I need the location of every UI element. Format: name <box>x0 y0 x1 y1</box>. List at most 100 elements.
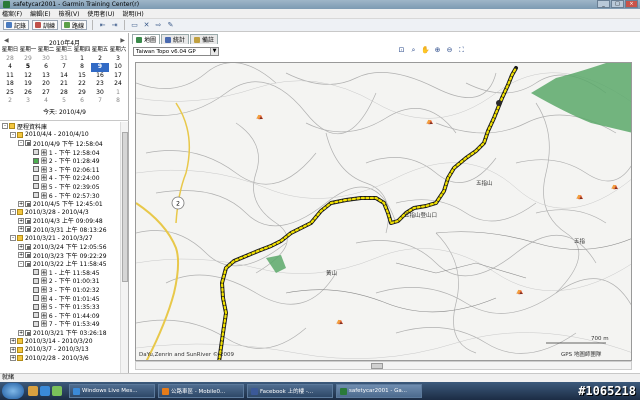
tree-lap-item[interactable]: 圈 1 - 下午 12:58:04 <box>0 148 121 157</box>
taskbar-button[interactable]: safetycar2001 - Ga... <box>336 384 422 398</box>
calendar-day[interactable]: 15 <box>73 72 91 81</box>
calendar-day[interactable]: 1 <box>73 55 91 64</box>
menu-help[interactable]: 說明(H) <box>123 9 144 18</box>
calendar-day[interactable]: 25 <box>1 89 19 98</box>
taskbar-button[interactable]: 公路車區 - Mobile0... <box>158 384 244 398</box>
tree-folder-item[interactable]: - 2010/3/28 - 2010/4/3 <box>0 208 121 217</box>
tree-activity-item[interactable]: +2010/4/3 上午 09:09:48 <box>0 217 121 225</box>
tree-lap-item[interactable]: 圈 6 - 下午 02:57:30 <box>0 191 121 200</box>
zoom-in-icon[interactable]: ⊕ <box>433 46 442 55</box>
collapse-icon[interactable]: - <box>2 123 8 130</box>
calendar-day[interactable]: 5 <box>19 63 37 72</box>
collapse-icon[interactable]: - <box>10 209 16 216</box>
tree-folder-item[interactable]: - 2010/4/4 - 2010/4/10 <box>0 131 121 140</box>
workouts-button[interactable]: 訓練 <box>32 20 59 30</box>
tree-activity-item[interactable]: -2010/4/9 下午 12:58:04 <box>0 139 121 148</box>
menu-file[interactable]: 檔案(F) <box>2 9 22 18</box>
move-icon[interactable]: ✋ <box>421 46 430 55</box>
calendar-day[interactable]: 13 <box>37 72 55 81</box>
calendar-day[interactable]: 2 <box>91 55 109 64</box>
calendar-day[interactable]: 29 <box>73 89 91 98</box>
calendar-day[interactable]: 22 <box>73 80 91 89</box>
expand-icon[interactable]: + <box>18 226 24 233</box>
tree-lap-item[interactable]: 圈 2 - 下午 01:28:49 <box>0 156 121 165</box>
calendar-day[interactable]: 12 <box>19 72 37 81</box>
calendar-day[interactable]: 6 <box>37 63 55 72</box>
tree-activity-item[interactable]: +2010/4/5 下午 12:45:01 <box>0 199 121 208</box>
tab-notes[interactable]: 備註 <box>190 34 219 44</box>
import-icon[interactable]: ⇨ <box>154 21 163 30</box>
calendar-day[interactable]: 28 <box>55 89 73 98</box>
taskbar-button[interactable]: Windows Live Mes... <box>69 384 155 398</box>
calendar-today[interactable]: 今天: 2010/4/9 <box>0 107 129 116</box>
tree-activity-item[interactable]: +2010/3/24 下午 12:05:56 <box>0 242 121 251</box>
tree-folder-item[interactable]: - 2010/3/21 - 2010/3/27 <box>0 234 121 243</box>
tree-folder-item[interactable]: +2010/3/14 - 2010/3/20 <box>0 337 121 346</box>
calendar-day[interactable]: 3 <box>19 97 37 106</box>
calendar-day[interactable]: 3 <box>109 55 127 64</box>
tree-activity-item[interactable]: +2010/3/21 下午 03:26:18 <box>0 328 121 337</box>
calendar-day[interactable]: 8 <box>109 97 127 106</box>
tree-folder-item[interactable]: - 歷程資料庫 <box>0 122 121 131</box>
calendar-day[interactable]: 20 <box>37 80 55 89</box>
new-folder-icon[interactable]: ▭ <box>130 21 139 30</box>
menu-edit[interactable]: 編輯(E) <box>30 9 50 18</box>
tree-lap-item[interactable]: 圈 6 - 下午 01:44:09 <box>0 311 121 320</box>
expand-icon[interactable]: + <box>18 200 24 207</box>
calendar-day[interactable]: 21 <box>55 80 73 89</box>
collapse-icon[interactable]: - <box>10 235 16 242</box>
tree-lap-item[interactable]: 圈 5 - 下午 01:35:33 <box>0 302 121 311</box>
quicklaunch-icon[interactable] <box>40 386 50 396</box>
calendar-next-icon[interactable]: ▶ <box>120 37 125 44</box>
scrollbar-thumb[interactable] <box>122 132 128 282</box>
map-view[interactable]: 2 五指山登山口 五指山 五指 黃山 ⛺ ⛺ ⛺ ⛺ ⛺ ⛺ 700 m DaY… <box>135 62 632 361</box>
calendar-day[interactable]: 11 <box>1 72 19 81</box>
history-button[interactable]: 記錄 <box>3 20 30 30</box>
tree-lap-item[interactable]: 圈 5 - 下午 02:39:05 <box>0 182 121 191</box>
calendar-day[interactable]: 14 <box>55 72 73 81</box>
receive-from-device-icon[interactable]: ⇥ <box>110 21 119 30</box>
expand-icon[interactable]: + <box>18 252 24 259</box>
quicklaunch-icon[interactable] <box>52 386 62 396</box>
maximize-button[interactable]: □ <box>611 0 624 8</box>
tree-lap-item[interactable]: 圈 1 - 上午 11:58:45 <box>0 268 121 277</box>
expand-icon[interactable]: + <box>10 346 16 353</box>
quicklaunch-icon[interactable] <box>28 386 38 396</box>
taskbar-button[interactable]: Facebook 上的樓 -... <box>247 384 333 398</box>
calendar-day[interactable]: 24 <box>109 80 127 89</box>
tree-lap-item[interactable]: 圈 7 - 下午 01:53:49 <box>0 320 121 328</box>
minimize-button[interactable]: _ <box>597 0 610 8</box>
delete-icon[interactable]: ✕ <box>142 21 151 30</box>
scrollbar-thumb[interactable] <box>371 363 383 369</box>
menu-user[interactable]: 使用者(U) <box>87 9 114 18</box>
expand-icon[interactable]: + <box>18 217 24 224</box>
collapse-icon[interactable]: - <box>18 260 24 267</box>
calendar-day[interactable]: 19 <box>19 80 37 89</box>
calendar-day[interactable]: 30 <box>37 55 55 64</box>
zoom-out-icon[interactable]: ⊖ <box>445 46 454 55</box>
map-horizontal-scrollbar[interactable] <box>135 361 632 370</box>
calendar-day[interactable]: 7 <box>55 63 73 72</box>
collapse-icon[interactable]: - <box>18 140 24 147</box>
calendar-day[interactable]: 5 <box>55 97 73 106</box>
send-to-device-icon[interactable]: ⇤ <box>98 21 107 30</box>
tree-lap-item[interactable]: 圈 3 - 下午 02:06:11 <box>0 165 121 174</box>
export-icon[interactable]: ✎ <box>166 21 175 30</box>
pan-icon[interactable]: ⊡ <box>397 46 406 55</box>
tree-scrollbar[interactable] <box>120 122 128 373</box>
calendar-day[interactable]: 4 <box>1 63 19 72</box>
topo-map[interactable]: 2 五指山登山口 五指山 五指 黃山 ⛺ ⛺ ⛺ ⛺ ⛺ ⛺ 700 m DaY… <box>136 63 632 361</box>
zoom-window-icon[interactable]: ⌕ <box>409 46 418 55</box>
calendar-day[interactable]: 29 <box>19 55 37 64</box>
calendar-day[interactable]: 18 <box>1 80 19 89</box>
calendar-day[interactable]: 31 <box>55 55 73 64</box>
menu-view[interactable]: 檢視(V) <box>59 9 80 18</box>
calendar-day[interactable]: 1 <box>109 89 127 98</box>
calendar-day[interactable]: 4 <box>37 97 55 106</box>
calendar-day[interactable]: 8 <box>73 63 91 72</box>
tree-lap-item[interactable]: 圈 4 - 下午 02:24:00 <box>0 174 121 182</box>
start-button[interactable] <box>2 383 24 399</box>
tab-stats[interactable]: 統計 <box>161 34 190 44</box>
tree-lap-item[interactable]: 圈 2 - 下午 01:00:31 <box>0 277 121 285</box>
calendar-day[interactable]: 30 <box>91 89 109 98</box>
